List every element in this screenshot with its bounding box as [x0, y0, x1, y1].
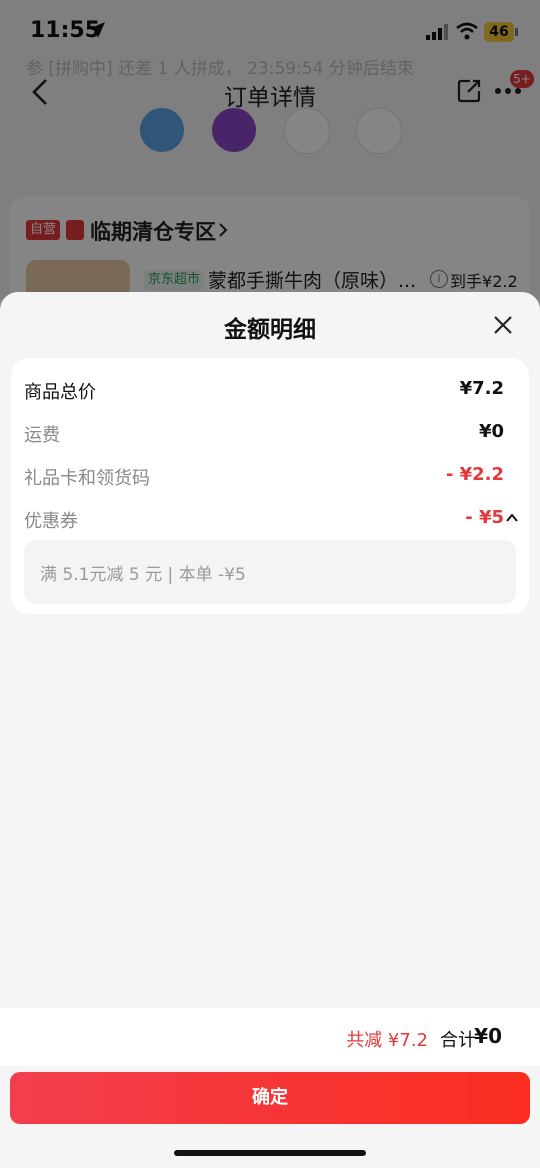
amount-detail-card: 商品总价 ¥7.2 运费 ¥0 礼品卡和领货码 - ¥2.2 优惠券 - ¥5 … [11, 358, 529, 614]
row-value: ¥0 [478, 421, 504, 442]
modal-overlay[interactable] [0, 0, 540, 300]
total-value: ¥0 [474, 1024, 502, 1048]
total-bar: 共减 ¥7.2 合计 ¥0 [0, 1008, 540, 1066]
row-value: - ¥2.2 [445, 464, 504, 485]
caret-up-icon[interactable] [506, 513, 518, 523]
sheet-title: 金额明细 [224, 317, 316, 343]
row-coupon[interactable]: 优惠券 - ¥5 [24, 507, 518, 537]
row-gift-card: 礼品卡和领货码 - ¥2.2 [24, 464, 504, 494]
total-reduction: 共减 ¥7.2 [346, 1030, 428, 1051]
row-shipping: 运费 ¥0 [24, 421, 504, 451]
total-label: 合计 [440, 1030, 476, 1051]
row-label: 优惠券 [24, 511, 78, 532]
confirm-button[interactable]: 确定 [10, 1072, 530, 1124]
row-value: - ¥5 [465, 507, 504, 528]
home-indicator [174, 1150, 366, 1156]
coupon-detail-text: 满 5.1元减 5 元 | 本单 -¥5 [40, 565, 246, 585]
row-label: 礼品卡和领货码 [24, 468, 150, 489]
row-value: ¥7.2 [459, 378, 504, 399]
close-icon[interactable] [492, 314, 514, 336]
row-label: 商品总价 [24, 382, 96, 403]
row-label: 运费 [24, 425, 60, 446]
background-order-page: 11:55 46 参 [拼购中] 还差 1 人拼成， 23:59:54 分钟后结… [0, 0, 540, 320]
row-goods-total: 商品总价 ¥7.2 [24, 378, 504, 408]
amount-detail-sheet: 金额明细 商品总价 ¥7.2 运费 ¥0 礼品卡和领货码 - ¥2.2 优惠券 … [0, 292, 540, 1168]
coupon-detail-box: 满 5.1元减 5 元 | 本单 -¥5 [24, 540, 516, 604]
